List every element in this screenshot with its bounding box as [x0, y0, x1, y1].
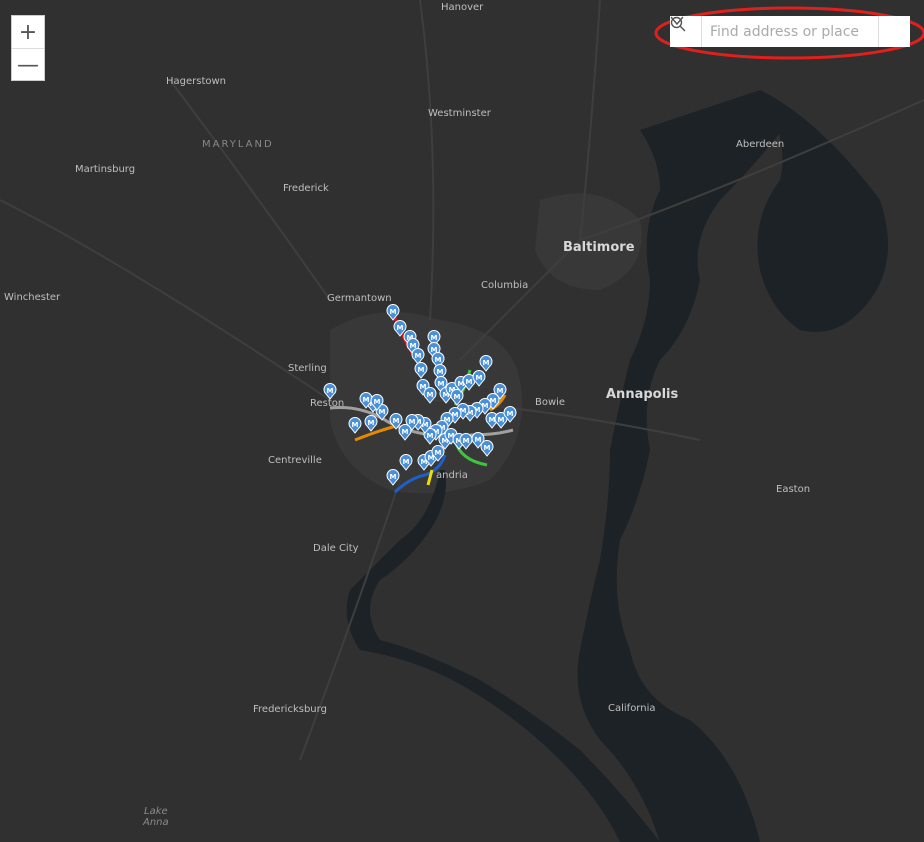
place-label: Fredericksburg — [253, 704, 327, 715]
svg-text:M: M — [507, 410, 514, 418]
place-label: Martinsburg — [75, 164, 136, 175]
water-label: Lake Anna — [143, 806, 169, 828]
place-label: Dale City — [313, 543, 359, 554]
svg-text:M: M — [435, 449, 442, 457]
svg-text:M: M — [403, 458, 410, 466]
svg-text:M: M — [374, 398, 381, 406]
svg-text:M: M — [390, 308, 397, 316]
svg-text:M: M — [379, 408, 386, 416]
place-label: Centreville — [268, 455, 322, 466]
svg-text:M: M — [438, 380, 445, 388]
search-icon — [670, 16, 686, 32]
svg-text:M: M — [437, 368, 444, 376]
place-label: Aberdeen — [736, 139, 785, 150]
svg-text:M: M — [415, 352, 422, 360]
svg-text:M: M — [409, 418, 416, 426]
city-label: Baltimore — [563, 240, 635, 255]
zoom-in-button[interactable]: + — [12, 16, 44, 48]
svg-text:M: M — [397, 324, 404, 332]
search-widget — [670, 16, 910, 47]
svg-text:M: M — [484, 444, 491, 452]
search-button[interactable] — [670, 16, 910, 47]
basemap: MMMMMMMMMMMMMMMMM M MMMMMMMMMMMMMMMMM MMM MM… — [0, 0, 924, 842]
search-input[interactable] — [702, 16, 878, 47]
svg-text:M: M — [390, 473, 397, 481]
svg-text:M: M — [427, 432, 434, 440]
svg-text:M: M — [427, 391, 434, 399]
place-label: Bowie — [535, 397, 566, 408]
place-label: Westminster — [428, 108, 491, 119]
svg-text:M: M — [489, 416, 496, 424]
place-label: Reston — [310, 398, 345, 409]
svg-text:M: M — [352, 421, 359, 429]
svg-text:M: M — [498, 416, 505, 424]
svg-text:M: M — [463, 437, 470, 445]
svg-text:M: M — [431, 334, 438, 342]
place-label: Hagerstown — [166, 76, 227, 87]
svg-text:M: M — [454, 393, 461, 401]
place-label: Easton — [776, 484, 811, 495]
svg-text:M: M — [466, 378, 473, 386]
place-label: Winchester — [4, 292, 61, 303]
svg-text:M: M — [363, 396, 370, 404]
zoom-out-button[interactable]: — — [12, 48, 44, 81]
svg-text:M: M — [402, 428, 409, 436]
place-label: Frederick — [283, 183, 329, 194]
svg-text:M: M — [393, 417, 400, 425]
map-view[interactable]: MMMMMMMMMMMMMMMMMMMMMMMMMMMMMMMMMMMMMMMM… — [0, 0, 924, 842]
place-label: Hanover — [441, 2, 484, 13]
zoom-control: + — — [11, 15, 45, 81]
place-label: Sterling — [288, 363, 327, 374]
svg-text:M: M — [476, 374, 483, 382]
svg-text:M: M — [418, 366, 425, 374]
state-label: MARYLAND — [202, 139, 274, 150]
svg-text:M: M — [435, 356, 442, 364]
svg-text:M: M — [497, 387, 504, 395]
svg-text:M: M — [368, 419, 375, 427]
city-label: Annapolis — [606, 387, 679, 402]
place-label: andria — [436, 470, 468, 481]
svg-text:M: M — [327, 387, 334, 395]
svg-text:M: M — [475, 436, 482, 444]
place-label: Germantown — [327, 293, 392, 304]
svg-text:M: M — [483, 359, 490, 367]
place-label: California — [608, 703, 656, 714]
bay-eastern-shore — [757, 90, 888, 332]
place-label: Columbia — [481, 280, 529, 291]
